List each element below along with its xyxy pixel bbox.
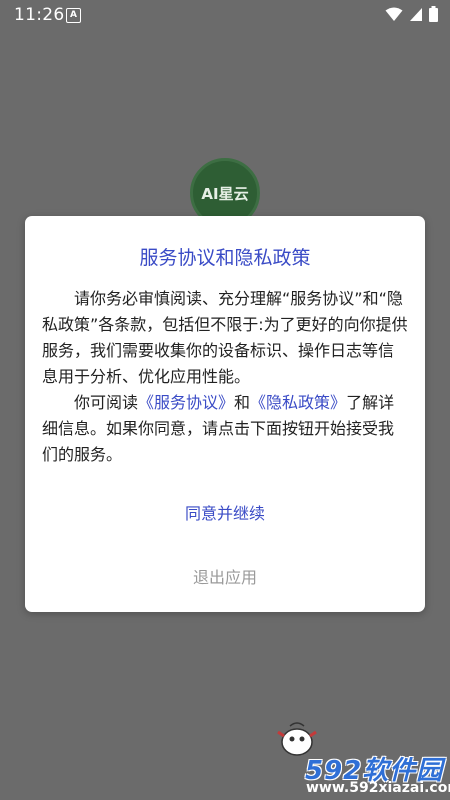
para2-prefix: 你可阅读 <box>74 393 139 412</box>
para2-and: 和 <box>234 393 251 412</box>
status-bar: 11:26 A <box>0 0 450 32</box>
dialog-paragraph-1: 请你务必审慎阅读、充分理解“服务协议”和“隐私政策”各条款，包括但不限于:为了更… <box>42 289 408 386</box>
privacy-dialog: 服务协议和隐私政策 请你务必审慎阅读、充分理解“服务协议”和“隐私政策”各条款，… <box>25 216 425 612</box>
app-logo-text: AI星云 <box>201 184 249 203</box>
dialog-title: 服务协议和隐私政策 <box>139 247 311 269</box>
status-icons <box>385 6 438 22</box>
dialog-paragraph-2: 你可阅读《服务协议》和《隐私政策》了解详细信息。如果你同意，请点击下面按钮开始接… <box>42 390 408 468</box>
service-agreement-link[interactable]: 《服务协议》 <box>138 393 234 412</box>
privacy-policy-link[interactable]: 《隐私政策》 <box>250 393 346 412</box>
exit-app-button[interactable]: 退出应用 <box>25 558 425 594</box>
status-time: 11:26 <box>14 5 65 25</box>
wifi-icon <box>385 7 403 22</box>
watermark-url: www.592xiazai.com <box>306 780 450 796</box>
dialog-body: 请你务必审慎阅读、充分理解“服务协议”和“隐私政策”各条款，包括但不限于:为了更… <box>42 286 408 468</box>
notification-icon: A <box>66 8 81 23</box>
watermark: 592软件园 www.592xiazai.com <box>250 710 450 800</box>
signal-icon <box>409 7 423 22</box>
battery-icon <box>429 6 438 22</box>
agree-continue-button[interactable]: 同意并继续 <box>25 494 425 530</box>
